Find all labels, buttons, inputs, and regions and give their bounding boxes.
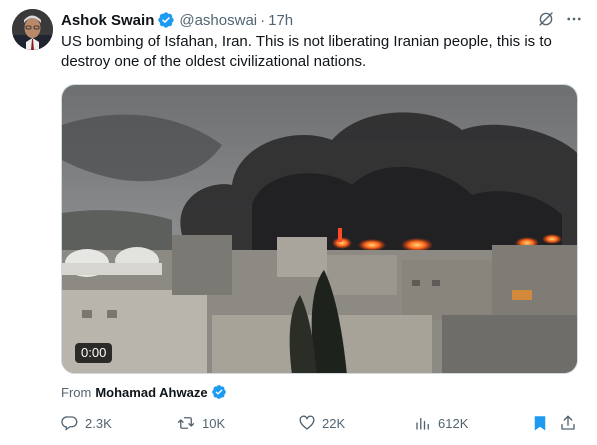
repost-button[interactable]: 10K <box>176 412 225 434</box>
author-handle[interactable]: @ashoswai <box>179 12 257 29</box>
share-icon <box>559 414 577 432</box>
repost-count: 10K <box>202 415 226 431</box>
analytics-icon <box>414 414 432 432</box>
tweet-text-line-2: destroy one of the oldest civilizational… <box>61 53 367 70</box>
tweet-text: US bombing of Isfahan, Iran. This is not… <box>61 32 587 72</box>
media-source: From Mohamad Ahwaze <box>61 382 227 402</box>
repost-icon <box>176 414 196 432</box>
like-button[interactable]: 22K <box>298 412 345 434</box>
video-duration: 0:00 <box>75 343 113 363</box>
header-separator: · <box>260 11 266 29</box>
avatar[interactable] <box>12 9 53 50</box>
tweet-header: Ashok Swain @ashoswai · 17h <box>61 10 293 30</box>
reply-button[interactable]: 2.3K <box>61 412 112 434</box>
tweet-top-actions <box>537 10 583 28</box>
source-prefix: From <box>61 384 92 400</box>
video-thumbnail <box>62 85 577 373</box>
bookmark-button[interactable] <box>531 412 549 434</box>
tweet-text-line-1: US bombing of Isfahan, Iran. This is not… <box>61 33 552 50</box>
grok-icon[interactable] <box>537 10 555 28</box>
more-options-icon[interactable] <box>565 10 583 28</box>
reply-icon <box>61 414 79 432</box>
reply-count: 2.3K <box>85 415 112 431</box>
tweet: Ashok Swain @ashoswai · 17h US bombing o… <box>0 0 597 445</box>
views-count: 612K <box>438 415 469 431</box>
bookmark-icon <box>531 414 549 432</box>
views-button[interactable]: 612K <box>414 412 468 434</box>
tweet-action-bar: 2.3K 10K 22K 612K <box>61 412 581 434</box>
tweet-timestamp[interactable]: 17h <box>268 12 293 29</box>
heart-icon <box>298 414 316 432</box>
verified-badge-icon <box>157 11 175 29</box>
like-count: 22K <box>322 415 346 431</box>
author-name[interactable]: Ashok Swain <box>61 12 154 29</box>
source-account-name[interactable]: Mohamad Ahwaze <box>95 385 207 400</box>
share-button[interactable] <box>559 412 577 434</box>
source-verified-badge-icon <box>211 384 227 400</box>
video-player[interactable]: 0:00 <box>61 84 578 374</box>
